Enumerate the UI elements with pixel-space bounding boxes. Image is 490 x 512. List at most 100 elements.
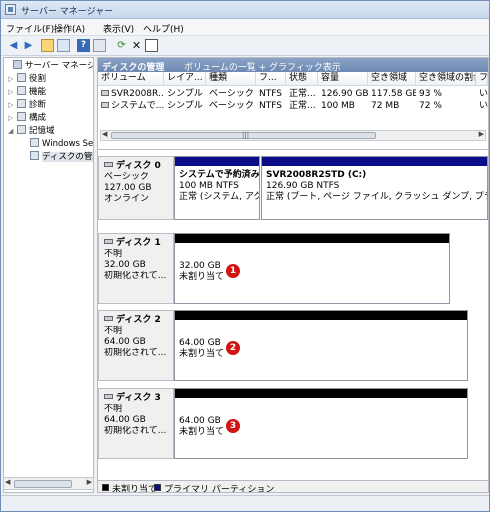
- unallocated-bar: [175, 311, 467, 320]
- back-arrow-icon[interactable]: ◀: [7, 39, 20, 52]
- column-header-capacity[interactable]: 容量: [318, 72, 368, 86]
- column-header-status[interactable]: 状態: [286, 72, 318, 86]
- pane-header: ディスクの管理 ボリュームの一覧 + グラフィック表示: [98, 58, 488, 73]
- tree-item-roles[interactable]: ▷ 役割: [8, 73, 46, 85]
- expand-arrow-icon[interactable]: ▷: [8, 86, 17, 98]
- volume-icon: [101, 90, 109, 96]
- column-header-volume[interactable]: ボリューム: [98, 72, 164, 86]
- server-icon: [13, 60, 22, 69]
- menu-file[interactable]: ファイル(F): [6, 22, 54, 35]
- unallocated-bar: [175, 234, 449, 243]
- legend-primary-label: プライマリ パーティション: [164, 485, 275, 493]
- legend: 未割り当て プライマリ パーティション: [98, 480, 488, 493]
- show-tree-icon[interactable]: [57, 39, 70, 52]
- legend-primary-swatch: [154, 484, 161, 491]
- scroll-right-arrow-icon[interactable]: ▶: [479, 130, 484, 138]
- disk-management-pane: ディスクの管理 ボリュームの一覧 + グラフィック表示 ボリューム レイア...…: [97, 57, 489, 493]
- scroll-left-arrow-icon[interactable]: ◀: [5, 478, 10, 486]
- disk-1-label[interactable]: ディスク 1 不明 32.00 GB 初期化されて...: [98, 233, 174, 304]
- expand-arrow-icon[interactable]: ▷: [8, 112, 17, 124]
- window-title: サーバー マネージャー: [21, 7, 114, 17]
- scroll-left-arrow-icon[interactable]: ◀: [102, 130, 107, 138]
- column-header-fault-tolerance[interactable]: フ: [476, 72, 488, 86]
- status-bar: [1, 495, 489, 511]
- disk-icon: [104, 162, 113, 167]
- nav-horizontal-scrollbar[interactable]: ◀ ▶: [3, 477, 94, 490]
- callout-marker-3: 3: [226, 419, 240, 433]
- tree-item-storage[interactable]: ◢ 記憶域: [8, 125, 55, 137]
- scrollbar-thumb[interactable]: |||: [111, 131, 376, 139]
- primary-partition-bar: [262, 157, 487, 166]
- legend-unallocated-label: 未割り当て: [112, 485, 158, 493]
- primary-partition-bar: [175, 157, 259, 166]
- unallocated-disk-2[interactable]: 64.00 GB 未割り当て 2: [174, 310, 468, 381]
- tree-item-disk-management[interactable]: ディスクの管理: [30, 151, 93, 163]
- scroll-right-arrow-icon[interactable]: ▶: [87, 478, 92, 486]
- disk-type: 不明: [104, 404, 123, 414]
- diagnostics-icon: [17, 99, 26, 108]
- unallocated-bar: [175, 389, 467, 398]
- title-bar: サーバー マネージャー: [1, 1, 489, 19]
- up-folder-icon[interactable]: [41, 39, 54, 52]
- partition-c-drive[interactable]: SVR2008R2STD (C:) 126.90 GB NTFS 正常 (ブート…: [261, 156, 488, 220]
- tree-item-windows-server-backup[interactable]: Windows Server: [30, 138, 93, 150]
- expand-arrow-icon[interactable]: ▷: [8, 73, 17, 85]
- column-header-free-space[interactable]: 空き領域: [368, 72, 416, 86]
- disk-status: 初期化されて...: [104, 348, 167, 358]
- storage-icon: [17, 125, 26, 134]
- disk-3-label[interactable]: ディスク 3 不明 64.00 GB 初期化されて...: [98, 388, 174, 459]
- disk-icon: [104, 316, 113, 321]
- toolbar: ◀ ▶ ? ⟳ ✕: [1, 36, 489, 56]
- column-header-layout[interactable]: レイア...: [164, 72, 206, 86]
- configuration-icon: [17, 112, 26, 121]
- delete-icon[interactable]: ✕: [130, 39, 143, 52]
- menu-action[interactable]: 操作(A): [54, 22, 85, 35]
- navigation-tree: サーバー マネージャー ▷役割 ▷機能 ▷診断 ▷構成 ◢記憶域 Windows…: [3, 57, 94, 493]
- disk-graphic-view: ディスク 0 ベーシック 127.00 GB オンライン システムで予約済み 1…: [98, 149, 488, 476]
- backup-icon: [30, 138, 39, 147]
- disk-2-label[interactable]: ディスク 2 不明 64.00 GB 初期化されて...: [98, 310, 174, 381]
- options-icon[interactable]: [145, 39, 158, 52]
- disk-type: 不明: [104, 326, 123, 336]
- column-header-percent-free[interactable]: 空き領域の割合: [416, 72, 476, 86]
- disk-management-icon: [30, 151, 39, 160]
- callout-marker-2: 2: [226, 341, 240, 355]
- expand-arrow-icon[interactable]: ▷: [8, 99, 17, 111]
- forward-arrow-icon[interactable]: ▶: [22, 39, 35, 52]
- disk-icon: [104, 394, 113, 399]
- scrollbar-thumb[interactable]: [14, 480, 72, 488]
- partition-system-reserved[interactable]: システムで予約済み 100 MB NTFS 正常 (システム, アクテ: [174, 156, 260, 220]
- volume-icon: [101, 102, 109, 108]
- collapse-arrow-icon[interactable]: ◢: [8, 125, 17, 137]
- menu-view[interactable]: 表示(V): [103, 22, 134, 35]
- refresh-icon[interactable]: ⟳: [115, 39, 128, 52]
- column-header-filesystem[interactable]: フ...: [256, 72, 286, 86]
- scrollbar-grip: |||: [242, 131, 250, 139]
- disk-status: 初期化されて...: [104, 426, 167, 436]
- tree-item-diagnostics[interactable]: ▷ 診断: [8, 99, 46, 111]
- server-manager-app-icon: [5, 4, 16, 15]
- disk-status: オンライン: [104, 194, 150, 204]
- menu-help[interactable]: ヘルプ(H): [143, 22, 184, 35]
- tree-item-configuration[interactable]: ▷ 構成: [8, 112, 46, 124]
- disk-status: 初期化されて...: [104, 271, 167, 281]
- disk-icon: [104, 239, 113, 244]
- tree-item-features[interactable]: ▷ 機能: [8, 86, 46, 98]
- unallocated-disk-1[interactable]: 32.00 GB 未割り当て 1: [174, 233, 450, 304]
- roles-icon: [17, 73, 26, 82]
- disk-size: 32.00 GB: [104, 260, 146, 270]
- server-manager-window: サーバー マネージャー ファイル(F) 操作(A) 表示(V) ヘルプ(H) ◀…: [0, 0, 490, 512]
- callout-marker-1: 1: [226, 264, 240, 278]
- help-icon[interactable]: ?: [77, 39, 90, 52]
- tree-item-server-manager[interactable]: サーバー マネージャー: [4, 60, 93, 72]
- disk-0-label[interactable]: ディスク 0 ベーシック 127.00 GB オンライン: [98, 156, 174, 220]
- disk-type: ベーシック: [104, 172, 149, 182]
- features-icon: [17, 86, 26, 95]
- volume-list-horizontal-scrollbar[interactable]: ◀ ||| ▶: [100, 130, 486, 141]
- column-header-type[interactable]: 種類: [206, 72, 256, 86]
- disk-size: 64.00 GB: [104, 415, 146, 425]
- unallocated-disk-3[interactable]: 64.00 GB 未割り当て 3: [174, 388, 468, 459]
- legend-unallocated-swatch: [102, 484, 109, 491]
- disk-size: 127.00 GB: [104, 183, 152, 193]
- properties-icon[interactable]: [93, 39, 106, 52]
